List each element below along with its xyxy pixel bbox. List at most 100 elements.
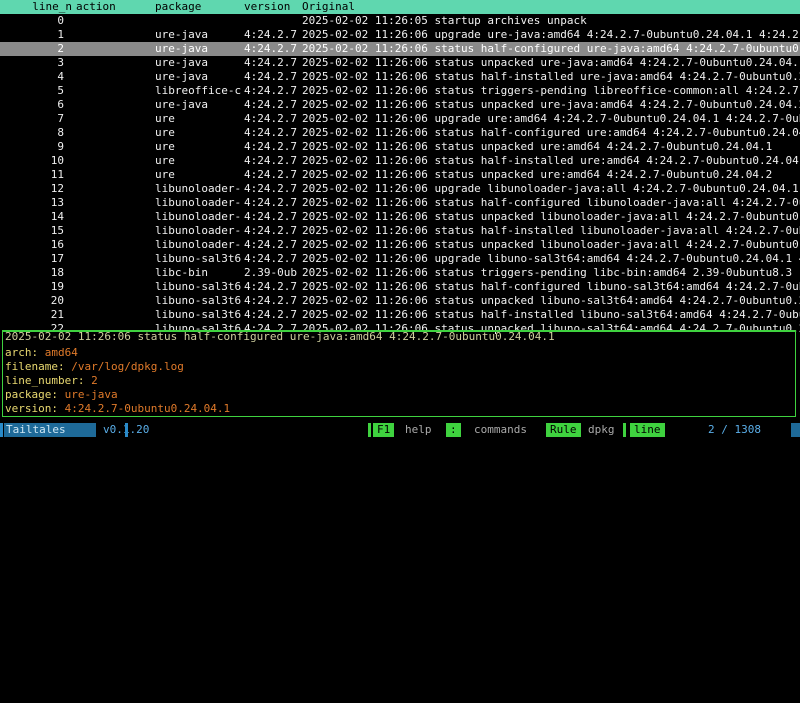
status-bar: Tailtales v0.1.20 F1 help : commands Rul…	[0, 423, 800, 437]
table-row[interactable]: 12 libunoloader- 4:24.2.7 2025-02-02 11:26:…	[0, 182, 800, 196]
cell-line-n: 5	[57, 84, 64, 97]
cell-package: libuno-sal3t6	[155, 308, 242, 321]
cell-original: 2025-02-02 11:26:06 upgrade ure:amd64 4:…	[302, 112, 800, 125]
cell-line-n: 16	[50, 238, 64, 251]
detail-field-value: 2	[91, 374, 98, 387]
help-key[interactable]: F1	[373, 423, 395, 437]
commands-key[interactable]: :	[446, 423, 461, 437]
cell-line-n: 17	[50, 252, 64, 265]
detail-field: package: ure-java	[5, 388, 118, 402]
table-row[interactable]: 15 libunoloader- 4:24.2.7 2025-02-02 11:26:…	[0, 224, 800, 238]
table-row[interactable]: 10 ure 4:24.2.7 2025-02-02 11:26:06 status …	[0, 154, 800, 168]
cell-package: ure	[155, 140, 175, 153]
cell-original: 2025-02-02 11:26:06 status unpacked ure:…	[302, 140, 773, 153]
cell-line-n: 9	[57, 140, 64, 153]
header-package[interactable]: package	[155, 0, 243, 14]
cell-version: 4:24.2.7	[244, 210, 297, 223]
cell-package: ure-java	[155, 56, 208, 69]
table-row[interactable]: 4 ure-java 4:24.2.7 2025-02-02 11:26:06 sta…	[0, 70, 800, 84]
status-right-edge	[791, 423, 800, 437]
cell-version: 4:24.2.7	[244, 196, 297, 209]
cell-version: 4:24.2.7	[244, 168, 297, 181]
status-separator	[125, 423, 128, 437]
cell-original: 2025-02-02 11:26:06 status unpacked libu…	[302, 294, 800, 307]
cell-version: 4:24.2.7	[244, 84, 297, 97]
cell-original: 2025-02-02 11:26:05 startup archives unp…	[302, 14, 587, 27]
cell-package: libunoloader-	[155, 182, 242, 195]
cell-original: 2025-02-02 11:26:06 status unpacked libu…	[302, 210, 800, 223]
line-label: line	[630, 423, 665, 437]
cell-line-n: 1	[57, 28, 64, 41]
cell-version: 2.39-0ub	[244, 266, 297, 279]
cell-line-n: 7	[57, 112, 64, 125]
cell-original: 2025-02-02 11:26:06 status unpacked libu…	[302, 238, 800, 251]
cell-version: 4:24.2.7	[244, 70, 297, 83]
header-version[interactable]: version	[244, 0, 302, 14]
cell-original: 2025-02-02 11:26:06 status unpacked ure-…	[302, 56, 800, 69]
commands-label[interactable]: commands	[474, 423, 527, 437]
cell-original: 2025-02-02 11:26:06 status half-installe…	[302, 308, 800, 321]
help-edge	[368, 423, 371, 437]
table-row[interactable]: 0 2025-02-02 11:26:05 startup archives un…	[0, 14, 800, 28]
cell-package: libunoloader-	[155, 210, 242, 223]
cell-package: libunoloader-	[155, 196, 242, 209]
table-row[interactable]: 19 libuno-sal3t6 4:24.2.7 2025-02-02 11:26:…	[0, 280, 800, 294]
detail-field: line_number: 2	[5, 374, 98, 388]
table-row[interactable]: 2 ure-java 4:24.2.7 2025-02-02 11:26:06 sta…	[0, 42, 800, 56]
cell-original: 2025-02-02 11:26:06 status triggers-pend…	[302, 84, 800, 97]
detail-field-key: line_number:	[5, 374, 85, 387]
cell-package: libunoloader-	[155, 238, 242, 251]
cell-version: 4:24.2.7	[244, 42, 297, 55]
cell-original: 2025-02-02 11:26:06 upgrade libuno-sal3t…	[302, 252, 800, 265]
help-label[interactable]: help	[405, 423, 432, 437]
rule-key[interactable]: Rule	[546, 423, 581, 437]
cell-original: 2025-02-02 11:26:06 status unpacked ure-…	[302, 98, 800, 111]
cell-version: 4:24.2.7	[244, 294, 297, 307]
cell-line-n: 4	[57, 70, 64, 83]
table-row[interactable]: 11 ure 4:24.2.7 2025-02-02 11:26:06 status …	[0, 168, 800, 182]
cell-package: ure	[155, 168, 175, 181]
line-position: 2 / 1308	[708, 423, 761, 436]
cell-line-n: 14	[50, 210, 64, 223]
cell-package: ure	[155, 112, 175, 125]
table-row[interactable]: 18 libc-bin 2.39-0ub 2025-02-02 11:26:06 st…	[0, 266, 800, 280]
detail-panel: 2025-02-02 11:26:06 status half-configur…	[2, 330, 796, 417]
detail-field-key: package:	[5, 388, 58, 401]
column-header: line_n action package version Original	[0, 0, 800, 14]
table-row[interactable]: 8 ure 4:24.2.7 2025-02-02 11:26:06 status h…	[0, 126, 800, 140]
table-row[interactable]: 21 libuno-sal3t6 4:24.2.7 2025-02-02 11:26:…	[0, 308, 800, 322]
cell-line-n: 21	[50, 308, 64, 321]
table-row[interactable]: 13 libunoloader- 4:24.2.7 2025-02-02 11:26:…	[0, 196, 800, 210]
cell-version: 4:24.2.7	[244, 154, 297, 167]
cell-version: 4:24.2.7	[244, 252, 297, 265]
cell-original: 2025-02-02 11:26:06 status half-configur…	[302, 196, 800, 209]
cell-line-n: 12	[50, 182, 64, 195]
table-row[interactable]: 1 ure-java 4:24.2.7 2025-02-02 11:26:06 upg…	[0, 28, 800, 42]
header-line-n[interactable]: line_n	[14, 0, 72, 14]
table-row[interactable]: 7 ure 4:24.2.7 2025-02-02 11:26:06 upgrade …	[0, 112, 800, 126]
cell-line-n: 8	[57, 126, 64, 139]
cell-original: 2025-02-02 11:26:06 status half-configur…	[302, 280, 800, 293]
cell-line-n: 11	[50, 168, 64, 181]
table-row[interactable]: 3 ure-java 4:24.2.7 2025-02-02 11:26:06 sta…	[0, 56, 800, 70]
cell-original: 2025-02-02 11:26:06 upgrade ure-java:amd…	[302, 28, 800, 41]
cell-version: 4:24.2.7	[244, 224, 297, 237]
line-edge	[623, 423, 626, 437]
table-row[interactable]: 6 ure-java 4:24.2.7 2025-02-02 11:26:06 sta…	[0, 98, 800, 112]
header-original[interactable]: Original	[302, 0, 800, 14]
detail-field-value: /var/log/dpkg.log	[71, 360, 184, 373]
table-row[interactable]: 5 libreoffice-c 4:24.2.7 2025-02-02 11:26:0…	[0, 84, 800, 98]
cell-package: ure-java	[155, 42, 208, 55]
cell-original: 2025-02-02 11:26:06 status unpacked ure:…	[302, 168, 773, 181]
table-row[interactable]: 14 libunoloader- 4:24.2.7 2025-02-02 11:26:…	[0, 210, 800, 224]
table-row[interactable]: 17 libuno-sal3t6 4:24.2.7 2025-02-02 11:26:…	[0, 252, 800, 266]
table-row[interactable]: 16 libunoloader- 4:24.2.7 2025-02-02 11:26:…	[0, 238, 800, 252]
cell-line-n: 2	[57, 42, 64, 55]
header-action[interactable]: action	[76, 0, 156, 14]
table-row[interactable]: 9 ure 4:24.2.7 2025-02-02 11:26:06 status u…	[0, 140, 800, 154]
table-row[interactable]: 20 libuno-sal3t6 4:24.2.7 2025-02-02 11:26:…	[0, 294, 800, 308]
cell-original: 2025-02-02 11:26:06 status half-configur…	[302, 42, 800, 55]
cell-version: 4:24.2.7	[244, 238, 297, 251]
detail-field: arch: amd64	[5, 346, 78, 360]
cell-package: ure-java	[155, 70, 208, 83]
